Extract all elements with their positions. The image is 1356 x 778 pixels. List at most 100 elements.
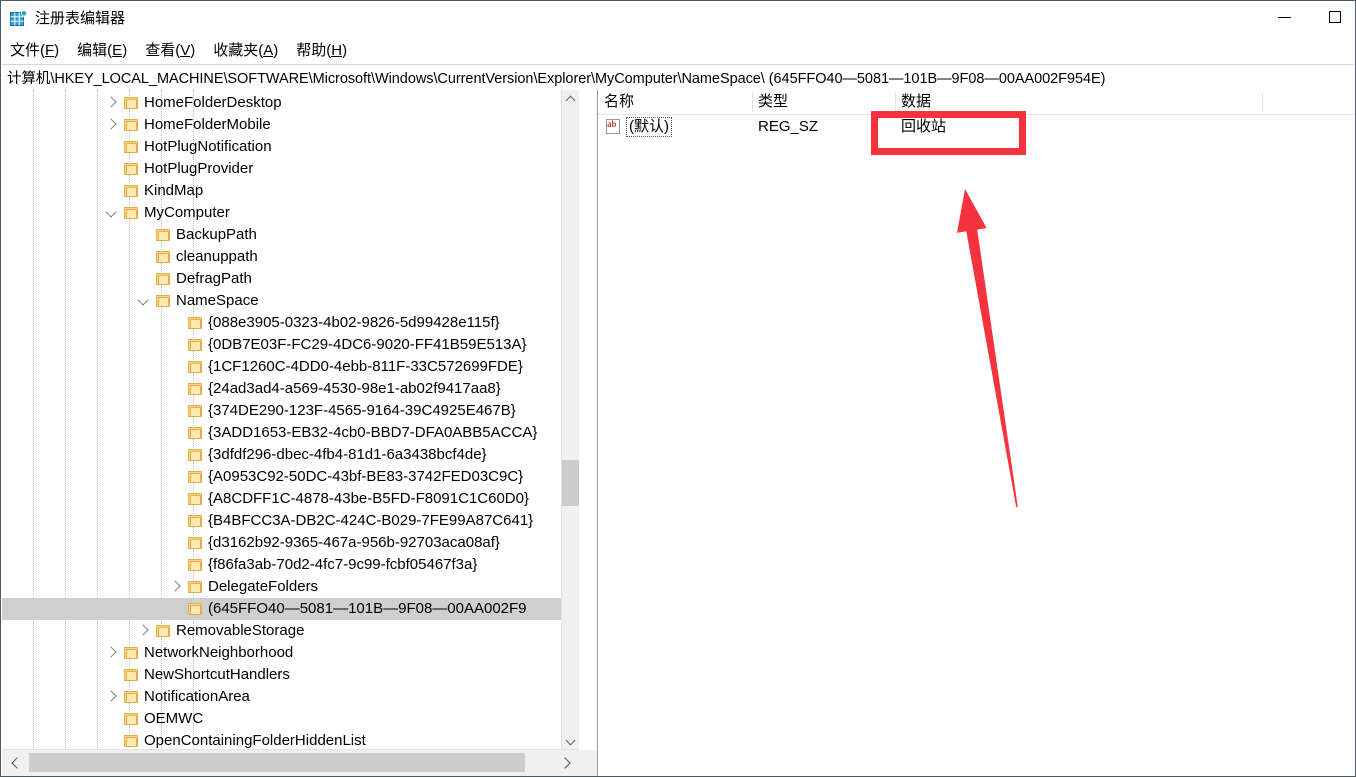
tree-expand-toggle[interactable]	[104, 642, 120, 664]
tree-item[interactable]: NewShortcutHandlers	[2, 664, 579, 686]
tree-item[interactable]: KindMap	[2, 180, 579, 202]
tree-item-label: {A0953C92-50DC-43bf-BE83-3742FED03C9C}	[208, 468, 524, 485]
scroll-left-button[interactable]	[2, 750, 28, 775]
tree-item[interactable]: {24ad3ad4-a569-4530-98e1-ab02f9417aa8}	[2, 378, 579, 400]
scrollbar-corner	[579, 750, 597, 776]
tree-item[interactable]: {d3162b92-9365-467a-956b-92703aca08af}	[2, 532, 579, 554]
chevron-up-icon	[565, 95, 576, 105]
tree-item[interactable]: {3ADD1653-EB32-4cb0-BBD7-DFA0ABB5ACCA}	[2, 422, 579, 444]
chevron-down-icon	[105, 206, 117, 218]
menu-item-5[interactable]: 帮助(H)	[287, 39, 356, 63]
tree-item-label: {f86fa3ab-70d2-4fc7-9c99-fcbf05467f3a}	[208, 556, 478, 573]
tree-item-label: HotPlugNotification	[144, 138, 272, 155]
chevron-right-icon	[558, 756, 571, 769]
tree-item[interactable]: HomeFolderMobile	[2, 114, 579, 136]
column-separator[interactable]	[895, 92, 896, 112]
tree-item-label: {0DB7E03F-FC29-4DC6-9020-FF41B59E513A}	[208, 336, 527, 353]
column-header-1[interactable]: 名称	[598, 90, 752, 114]
tree-expand-toggle[interactable]	[104, 114, 120, 136]
scroll-down-button[interactable]	[562, 733, 579, 750]
address-bar[interactable]: 计算机\HKEY_LOCAL_MACHINE\SOFTWARE\Microsof…	[2, 64, 1354, 91]
registry-tree-pane: HomeFolderDesktop HomeFolderMobile HotPlug…	[2, 90, 598, 776]
tree-item-label: HomeFolderDesktop	[144, 94, 282, 111]
tree-item[interactable]: NetworkNeighborhood	[2, 642, 579, 664]
menu-item-4[interactable]: 收藏夹(A)	[204, 39, 287, 63]
column-separator[interactable]	[1262, 92, 1263, 112]
folder-icon	[188, 404, 202, 418]
tree-item[interactable]: DefragPath	[2, 268, 579, 290]
folder-icon	[124, 140, 138, 154]
chevron-right-icon	[105, 118, 117, 130]
tree-item-label: {3dfdf296-dbec-4fb4-81d1-6a3438bcf4de}	[208, 446, 487, 463]
minimize-icon	[1277, 16, 1291, 18]
chevron-right-icon	[169, 580, 181, 592]
tree-item[interactable]: {0DB7E03F-FC29-4DC6-9020-FF41B59E513A}	[2, 334, 579, 356]
chevron-right-icon	[137, 624, 149, 636]
tree-item[interactable]: HomeFolderDesktop	[2, 92, 579, 114]
tree-item[interactable]: NotificationArea	[2, 686, 579, 708]
registry-path-text: 计算机\HKEY_LOCAL_MACHINE\SOFTWARE\Microsof…	[7, 71, 1106, 87]
tree-item-label: OpenContainingFolderHiddenList	[144, 732, 366, 749]
menu-item-2[interactable]: 编辑(E)	[68, 39, 136, 63]
folder-icon	[156, 272, 170, 286]
tree-expand-toggle[interactable]	[104, 92, 120, 114]
tree-collapse-toggle[interactable]	[104, 202, 120, 224]
tree-item[interactable]: NameSpace	[2, 290, 579, 312]
folder-icon	[188, 382, 202, 396]
folder-icon	[156, 228, 170, 242]
folder-icon	[124, 668, 138, 682]
folder-icon	[188, 536, 202, 550]
chevron-left-icon	[10, 756, 23, 769]
chevron-right-icon	[105, 96, 117, 108]
column-separator[interactable]	[752, 92, 753, 112]
tree-horizontal-scrollbar[interactable]	[2, 749, 579, 776]
scroll-right-button[interactable]	[553, 750, 579, 775]
column-header-3[interactable]: 数据	[895, 90, 1262, 114]
registry-values-pane: 名称 类型 数据 ab (默认) REG_SZ 回收站	[598, 90, 1354, 776]
tree-item[interactable]: {f86fa3ab-70d2-4fc7-9c99-fcbf05467f3a}	[2, 554, 579, 576]
folder-icon	[188, 492, 202, 506]
tree-item[interactable]: {3dfdf296-dbec-4fb4-81d1-6a3438bcf4de}	[2, 444, 579, 466]
column-header-2[interactable]: 类型	[752, 90, 895, 114]
tree-item[interactable]: {374DE290-123F-4565-9164-39C4925E467B}	[2, 400, 579, 422]
value-name: (默认)	[626, 114, 672, 140]
registry-tree[interactable]: HomeFolderDesktop HomeFolderMobile HotPlug…	[2, 90, 579, 750]
tree-item-selected[interactable]: (645FFO40—5081—101B—9F08—00AA002F9	[2, 598, 579, 620]
tree-collapse-toggle[interactable]	[136, 290, 152, 312]
tree-item[interactable]: cleanuppath	[2, 246, 579, 268]
tree-item[interactable]: OEMWC	[2, 708, 579, 730]
tree-item[interactable]: DelegateFolders	[2, 576, 579, 598]
tree-item[interactable]: OpenContainingFolderHiddenList	[2, 730, 579, 750]
vertical-scrollbar-thumb[interactable]	[562, 460, 579, 506]
folder-icon	[188, 602, 202, 616]
tree-item[interactable]: {1CF1260C-4DD0-4ebb-811F-33C572699FDE}	[2, 356, 579, 378]
registry-editor-window: 注册表编辑器 文件(F) 编辑(E) 查看(V) 收藏夹(A) 帮助(H) 计算机\HK…	[0, 0, 1356, 777]
tree-item[interactable]: {A8CDFF1C-4878-43be-B5FD-F8091C1C60D0}	[2, 488, 579, 510]
tree-expand-toggle[interactable]	[104, 686, 120, 708]
horizontal-scrollbar-thumb[interactable]	[29, 753, 525, 772]
tree-item[interactable]: {B4BFCC3A-DB2C-424C-B029-7FE99A87C641}	[2, 510, 579, 532]
folder-icon	[188, 580, 202, 594]
tree-expand-toggle[interactable]	[168, 576, 184, 598]
tree-expand-toggle[interactable]	[136, 620, 152, 642]
tree-item[interactable]: MyComputer	[2, 202, 579, 224]
maximize-button[interactable]	[1312, 1, 1356, 33]
tree-item-label: {A8CDFF1C-4878-43be-B5FD-F8091C1C60D0}	[208, 490, 529, 507]
scroll-up-button[interactable]	[562, 90, 579, 107]
chevron-down-icon	[137, 294, 149, 306]
tree-item-label: DelegateFolders	[208, 578, 319, 595]
menu-item-1[interactable]: 文件(F)	[1, 39, 68, 63]
tree-item[interactable]: {A0953C92-50DC-43bf-BE83-3742FED03C9C}	[2, 466, 579, 488]
tree-item[interactable]: HotPlugNotification	[2, 136, 579, 158]
menu-item-3[interactable]: 查看(V)	[136, 39, 204, 63]
value-data: 回收站	[901, 118, 947, 135]
tree-item[interactable]: RemovableStorage	[2, 620, 579, 642]
tree-vertical-scrollbar[interactable]	[561, 90, 579, 750]
tree-item-label: {088e3905-0323-4b02-9826-5d99428e115f}	[208, 314, 500, 331]
tree-item[interactable]: {088e3905-0323-4b02-9826-5d99428e115f}	[2, 312, 579, 334]
value-row[interactable]: ab (默认) REG_SZ 回收站	[598, 114, 1354, 140]
tree-item[interactable]: BackupPath	[2, 224, 579, 246]
tree-item-label: NameSpace	[176, 292, 259, 309]
tree-item[interactable]: HotPlugProvider	[2, 158, 579, 180]
minimize-button[interactable]	[1261, 1, 1307, 33]
